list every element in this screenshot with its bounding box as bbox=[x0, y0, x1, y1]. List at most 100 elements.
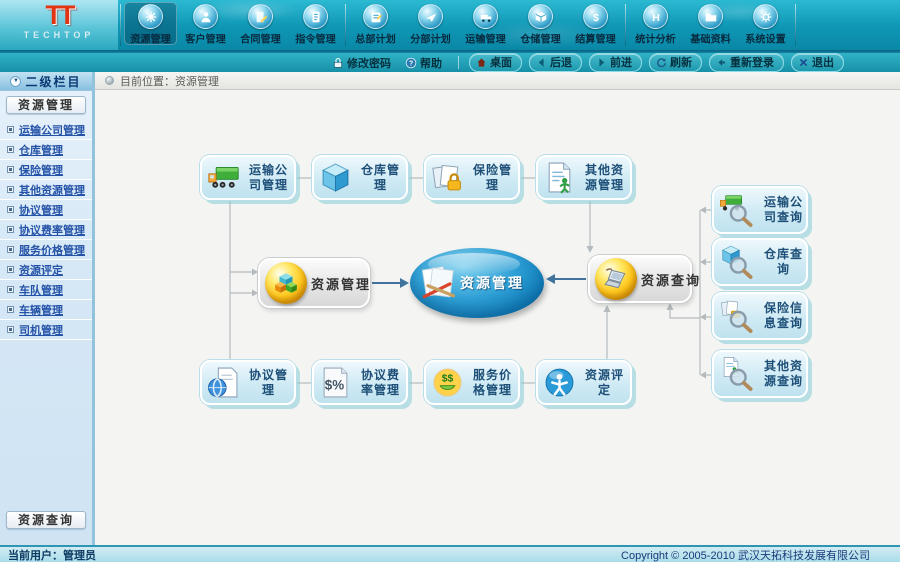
nav-item-system-settings[interactable]: 系统设置 bbox=[738, 0, 793, 47]
resource-manage-icon bbox=[138, 4, 163, 29]
bullet-icon bbox=[7, 266, 14, 273]
node-transport-company-manage[interactable]: 运输公司管理 bbox=[200, 155, 296, 200]
other-resource-magnifier-icon bbox=[718, 353, 758, 395]
current-user-label: 当前用户：管理员 bbox=[8, 549, 96, 562]
customer-manage-icon bbox=[193, 4, 218, 29]
bullet-icon bbox=[7, 166, 14, 173]
nav-label: 总部计划 bbox=[355, 34, 396, 46]
forward-label: 前进 bbox=[610, 57, 632, 69]
node-label: 其他资源查询 bbox=[763, 359, 803, 388]
node-agreement-manage[interactable]: 协议管理 bbox=[200, 360, 296, 405]
node-other-resource-manage[interactable]: 其他资源管理 bbox=[536, 155, 632, 200]
node-warehouse-query[interactable]: 仓库查询 bbox=[712, 238, 808, 286]
sidebar-section-button[interactable]: 资源管理 bbox=[6, 96, 86, 114]
order-manage-icon bbox=[303, 4, 328, 29]
sidebar-item-insurance-manage[interactable]: 保险管理 bbox=[0, 160, 92, 180]
node-label: 其他资源管理 bbox=[584, 162, 624, 192]
bullet-icon bbox=[7, 306, 14, 313]
main-nav: 资源管理 客户管理 合同管理 指令管理 总部计划 分部计划 运输管理 仓储管理 … bbox=[118, 0, 798, 50]
nav-item-resource-manage[interactable]: 资源管理 bbox=[123, 0, 178, 47]
refresh-button[interactable]: 刷新 bbox=[649, 53, 702, 72]
breadcrumb-label: 目前位置：资源管理 bbox=[120, 75, 219, 88]
laptop-sphere-icon bbox=[595, 258, 637, 300]
back-label: 后退 bbox=[550, 57, 572, 69]
nav-label: 仓储管理 bbox=[520, 34, 561, 46]
nav-item-contract-manage[interactable]: 合同管理 bbox=[233, 0, 288, 47]
node-other-resource-query[interactable]: 其他资源查询 bbox=[712, 350, 808, 398]
bullet-icon bbox=[7, 286, 14, 293]
top-banner: TT TECHTOP 资源管理 客户管理 合同管理 指令管理 总部计划 分部计划… bbox=[0, 0, 900, 50]
home-icon bbox=[477, 57, 486, 67]
forward-button[interactable]: 前进 bbox=[589, 53, 642, 72]
sidebar-item-agreement-rate-manage[interactable]: 协议费率管理 bbox=[0, 220, 92, 240]
nav-item-branch-plan[interactable]: 分部计划 bbox=[403, 0, 458, 47]
node-label: 资源查询 bbox=[641, 272, 702, 288]
nav-item-order-manage[interactable]: 指令管理 bbox=[288, 0, 343, 47]
node-resource-manage-hub[interactable]: 资源管理 bbox=[258, 258, 370, 308]
back-button[interactable]: 后退 bbox=[529, 53, 582, 72]
relogin-label: 重新登录 bbox=[730, 57, 774, 69]
rate-doc-icon: $% bbox=[319, 366, 352, 399]
transport-manage-icon bbox=[473, 4, 498, 29]
nav-label: 客户管理 bbox=[185, 34, 226, 46]
node-warehouse-manage[interactable]: 仓库管理 bbox=[312, 155, 408, 200]
nav-item-customer-manage[interactable]: 客户管理 bbox=[178, 0, 233, 47]
nav-item-storage-manage[interactable]: 仓储管理 bbox=[513, 0, 568, 47]
nav-item-transport-manage[interactable]: 运输管理 bbox=[458, 0, 513, 47]
nav-divider bbox=[120, 4, 121, 46]
sidebar-item-service-price-manage[interactable]: 服务价格管理 bbox=[0, 240, 92, 260]
sidebar-item-driver-manage[interactable]: 司机管理 bbox=[0, 320, 92, 340]
app-window: TT TECHTOP 资源管理 客户管理 合同管理 指令管理 总部计划 分部计划… bbox=[0, 0, 900, 562]
node-label: 保险信息查询 bbox=[763, 301, 803, 330]
sidebar-item-resource-evaluate[interactable]: 资源评定 bbox=[0, 260, 92, 280]
nav-item-settlement-manage[interactable]: $ 结算管理 bbox=[568, 0, 623, 47]
evaluate-person-icon bbox=[543, 366, 576, 399]
price-face-icon: $$ bbox=[431, 366, 464, 399]
node-insurance-manage[interactable]: 保险管理 bbox=[424, 155, 520, 200]
node-agreement-rate-manage[interactable]: $% 协议费率管理 bbox=[312, 360, 408, 405]
paper-pencil-icon bbox=[418, 264, 458, 302]
nav-item-statistics[interactable]: H 统计分析 bbox=[628, 0, 683, 47]
node-label: 仓库管理 bbox=[360, 162, 400, 192]
storage-manage-icon bbox=[528, 4, 553, 29]
sidebar-item-warehouse-manage[interactable]: 仓库管理 bbox=[0, 140, 92, 160]
sidebar-header-label: 二级栏目 bbox=[25, 74, 82, 89]
sidebar-bottom: 资源查询 bbox=[0, 506, 92, 535]
exit-label: 退出 bbox=[812, 57, 834, 69]
system-settings-icon bbox=[753, 4, 778, 29]
warehouse-cube-icon bbox=[319, 161, 352, 194]
bullet-icon bbox=[7, 226, 14, 233]
relogin-button[interactable]: 重新登录 bbox=[709, 53, 784, 72]
nav-item-hq-plan[interactable]: 总部计划 bbox=[348, 0, 403, 47]
status-bar: 当前用户：管理员 Copyright © 2005-2010 武汉天拓科技发展有… bbox=[0, 545, 900, 562]
lock-icon bbox=[333, 57, 343, 68]
bullet-icon bbox=[7, 126, 14, 133]
sidebar-item-vehicle-manage[interactable]: 车辆管理 bbox=[0, 300, 92, 320]
node-resource-manage-center[interactable]: 资源管理 bbox=[410, 248, 544, 318]
desktop-button[interactable]: 桌面 bbox=[469, 53, 522, 72]
svg-text:$: $ bbox=[593, 11, 599, 23]
insurance-magnifier-icon bbox=[718, 295, 758, 337]
nav-item-base-data[interactable]: 基础资料 bbox=[683, 0, 738, 47]
node-service-price-manage[interactable]: $$ 服务价格管理 bbox=[424, 360, 520, 405]
other-resource-doc-icon bbox=[543, 161, 576, 194]
exit-button[interactable]: 退出 bbox=[791, 53, 844, 72]
sidebar-query-button[interactable]: 资源查询 bbox=[6, 511, 86, 529]
node-resource-evaluate[interactable]: 资源评定 bbox=[536, 360, 632, 405]
bullet-icon bbox=[7, 186, 14, 193]
node-resource-query-hub[interactable]: 资源查询 bbox=[588, 255, 699, 303]
change-password-button[interactable]: 修改密码 bbox=[332, 55, 391, 71]
sidebar-item-fleet-manage[interactable]: 车队管理 bbox=[0, 280, 92, 300]
node-transport-company-query[interactable]: 运输公司查询 bbox=[712, 186, 808, 234]
nav-label: 基础资料 bbox=[690, 34, 731, 46]
bullet-icon bbox=[7, 246, 14, 253]
node-label: 服务价格管理 bbox=[472, 367, 512, 397]
sidebar-item-agreement-manage[interactable]: 协议管理 bbox=[0, 200, 92, 220]
nav-label: 统计分析 bbox=[635, 34, 676, 46]
nav-label: 结算管理 bbox=[575, 34, 616, 46]
sidebar-item-transport-company-manage[interactable]: 运输公司管理 bbox=[0, 120, 92, 140]
refresh-icon bbox=[657, 57, 666, 67]
sidebar-item-other-resource-manage[interactable]: 其他资源管理 bbox=[0, 180, 92, 200]
node-insurance-info-query[interactable]: 保险信息查询 bbox=[712, 292, 808, 340]
help-button[interactable]: ? 帮助 bbox=[405, 55, 442, 71]
